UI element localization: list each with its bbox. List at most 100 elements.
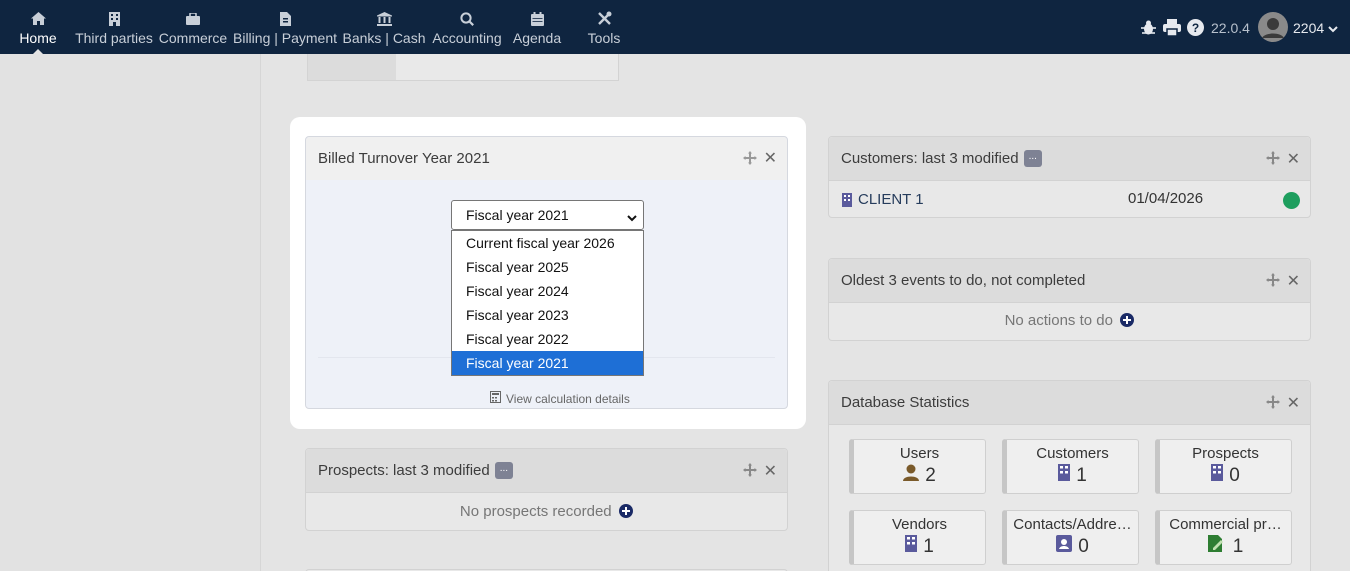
customers-title: Customers: last 3 modified <box>841 150 1019 167</box>
tools-icon <box>596 11 612 26</box>
building-icon <box>1211 464 1224 487</box>
building-icon <box>1058 464 1071 487</box>
nav-home-label: Home <box>19 30 57 46</box>
prospects-empty-text: No prospects recorded <box>459 503 612 520</box>
building-icon <box>106 11 122 26</box>
prospects-more-badge[interactable]: ... <box>494 462 514 479</box>
option-fiscal-2022[interactable]: Fiscal year 2022 <box>452 327 643 351</box>
stat-value: 0 <box>1229 464 1240 486</box>
nav-agenda-label: Agenda <box>512 30 562 46</box>
customer-link[interactable]: CLIENT 1 <box>858 191 924 208</box>
events-widget: Oldest 3 events to do, not completed ✕ N… <box>828 258 1311 341</box>
move-icon[interactable] <box>743 463 757 477</box>
stat-value: 0 <box>1078 535 1089 557</box>
stat-card-vendors[interactable]: Vendors 1 <box>849 510 986 565</box>
status-badge <box>1283 192 1300 209</box>
events-title: Oldest 3 events to do, not completed <box>841 272 1086 289</box>
customers-widget: Customers: last 3 modified ... ✕ CLIENT … <box>828 136 1311 218</box>
stat-title: Customers <box>1036 445 1109 462</box>
prospects-header: Prospects: last 3 modified ... ✕ <box>306 449 787 493</box>
nav-tools[interactable]: Tools <box>582 0 626 54</box>
customer-date: 01/04/2026 <box>1128 190 1204 207</box>
table-row[interactable]: CLIENT 1 01/04/2026 <box>829 181 1310 217</box>
stat-value: 1 <box>1076 464 1087 486</box>
contact-card-icon <box>1056 535 1073 558</box>
close-icon[interactable]: ✕ <box>1287 393 1300 413</box>
chevron-down-icon <box>627 210 637 222</box>
calc-details-label: View calculation details <box>506 391 630 406</box>
nav-third-parties[interactable]: Third parties <box>72 0 156 54</box>
option-fiscal-2023[interactable]: Fiscal year 2023 <box>452 303 643 327</box>
nav-billing[interactable]: Billing | Payment <box>233 0 338 54</box>
home-icon <box>30 11 46 26</box>
stat-title: Users <box>899 445 940 462</box>
stat-value: 2 <box>925 464 936 486</box>
nav-accounting[interactable]: Accounting <box>431 0 503 54</box>
option-fiscal-2026[interactable]: Current fiscal year 2026 <box>452 231 643 255</box>
close-icon[interactable]: ✕ <box>764 148 777 168</box>
close-icon[interactable]: ✕ <box>764 461 777 481</box>
calculator-icon <box>490 391 501 406</box>
bug-icon[interactable] <box>1140 19 1157 39</box>
user-icon <box>903 464 920 487</box>
turnover-header: Billed Turnover Year 2021 ✕ <box>306 137 787 180</box>
move-icon[interactable] <box>743 151 757 165</box>
move-icon[interactable] <box>1266 395 1280 409</box>
proposal-icon <box>1207 535 1227 558</box>
stat-title: Commercial pr… <box>1169 516 1282 533</box>
nav-banks[interactable]: Banks | Cash <box>342 0 426 54</box>
add-circle-icon[interactable] <box>619 504 634 523</box>
stat-card-users[interactable]: Users 2 <box>849 439 986 494</box>
svg-text:?: ? <box>1192 21 1199 35</box>
stats-header: Database Statistics ✕ <box>829 381 1310 425</box>
briefcase-icon <box>185 11 201 26</box>
nav-billing-label: Billing | Payment <box>233 30 338 46</box>
widget-stub <box>307 54 619 81</box>
search-dollar-icon <box>459 11 475 26</box>
print-icon[interactable] <box>1163 19 1181 39</box>
nav-agenda[interactable]: Agenda <box>511 0 563 54</box>
stat-card-proposals[interactable]: Commercial pr… 1 <box>1155 510 1292 565</box>
stat-title: Prospects <box>1192 445 1259 462</box>
avatar[interactable] <box>1258 12 1288 45</box>
events-empty-text: No actions to do <box>1004 312 1113 329</box>
move-icon[interactable] <box>1266 151 1280 165</box>
calendar-icon <box>529 11 545 26</box>
calc-details-link[interactable]: View calculation details <box>490 391 630 406</box>
option-fiscal-2021[interactable]: Fiscal year 2021 <box>452 351 643 375</box>
help-icon[interactable]: ? <box>1187 19 1204 39</box>
nav-commerce[interactable]: Commerce <box>159 0 227 54</box>
stat-title: Contacts/Addre… <box>1013 516 1132 533</box>
top-navbar: Home Third parties Commerce Billing | Pa… <box>0 0 1350 54</box>
left-sidebar <box>0 54 261 571</box>
customers-more-badge[interactable]: ... <box>1023 150 1042 167</box>
nav-banks-label: Banks | Cash <box>342 30 426 46</box>
version-label: 22.0.4 <box>1211 20 1250 36</box>
building-icon <box>905 535 918 558</box>
chevron-down-icon[interactable] <box>1328 21 1338 37</box>
nav-accounting-label: Accounting <box>432 30 502 46</box>
nav-tools-label: Tools <box>587 30 621 46</box>
prospects-widget: Prospects: last 3 modified ... ✕ No pros… <box>305 448 788 531</box>
prospects-title: Prospects: last 3 modified <box>318 462 490 479</box>
stat-card-prospects[interactable]: Prospects 0 <box>1155 439 1292 494</box>
stat-title: Vendors <box>891 516 948 533</box>
building-icon <box>842 193 852 212</box>
stat-card-contacts[interactable]: Contacts/Addre… 0 <box>1002 510 1139 565</box>
stat-card-customers[interactable]: Customers 1 <box>1002 439 1139 494</box>
stats-title: Database Statistics <box>841 394 970 411</box>
invoice-icon <box>277 11 293 26</box>
close-icon[interactable]: ✕ <box>1287 271 1300 291</box>
close-icon[interactable]: ✕ <box>1287 149 1300 169</box>
nav-home[interactable]: Home <box>14 0 62 54</box>
option-fiscal-2024[interactable]: Fiscal year 2024 <box>452 279 643 303</box>
events-header: Oldest 3 events to do, not completed ✕ <box>829 259 1310 303</box>
fiscal-year-select[interactable]: Fiscal year 2021 <box>451 200 644 230</box>
stat-value: 1 <box>1232 535 1244 557</box>
fiscal-year-dropdown: Current fiscal year 2026 Fiscal year 202… <box>451 230 644 376</box>
move-icon[interactable] <box>1266 273 1280 287</box>
nav-third-parties-label: Third parties <box>75 30 153 46</box>
option-fiscal-2025[interactable]: Fiscal year 2025 <box>452 255 643 279</box>
user-login[interactable]: 2204 <box>1293 20 1324 36</box>
add-circle-icon[interactable] <box>1120 313 1135 332</box>
